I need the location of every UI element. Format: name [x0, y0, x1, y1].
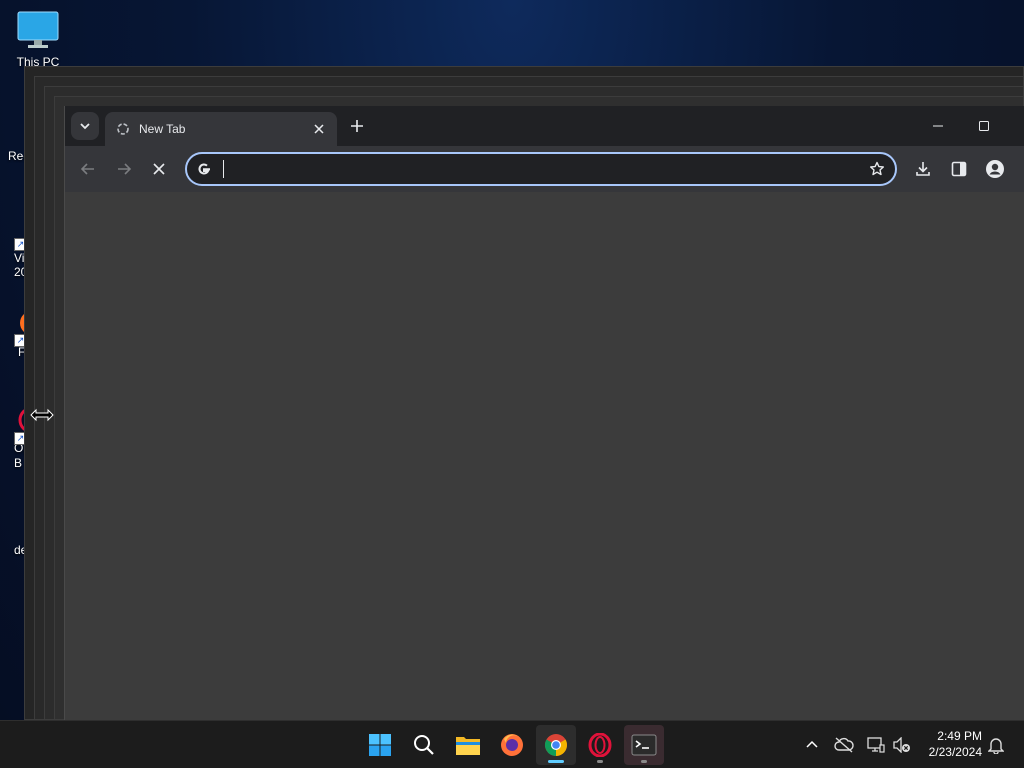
- chrome-icon: [545, 734, 567, 756]
- browser-toolbar: [65, 146, 1024, 192]
- clock-date: 2/23/2024: [928, 745, 982, 759]
- taskbar-search-button[interactable]: [404, 725, 444, 765]
- clock-time: 2:49 PM: [937, 729, 982, 743]
- plus-icon: [351, 120, 363, 132]
- notifications-button[interactable]: [984, 733, 1008, 757]
- maximize-button[interactable]: [961, 106, 1007, 146]
- bell-icon: [988, 738, 1004, 754]
- tab-close-button[interactable]: [309, 119, 329, 139]
- address-bar[interactable]: [185, 152, 897, 186]
- stop-loading-button[interactable]: [145, 155, 173, 183]
- star-icon: [870, 161, 884, 176]
- minimize-icon: [933, 125, 943, 127]
- chevron-down-icon: [80, 123, 90, 130]
- minimize-button[interactable]: [915, 106, 961, 146]
- taskbar-file-explorer[interactable]: [448, 725, 488, 765]
- maximize-icon: [979, 121, 989, 131]
- back-button[interactable]: [74, 155, 102, 183]
- text-caret: [223, 160, 224, 178]
- desktop-icon-this-pc[interactable]: This PC: [8, 10, 68, 69]
- side-panel-icon: [951, 161, 967, 177]
- close-icon: [314, 124, 324, 134]
- page-content: [65, 192, 1024, 720]
- volume-button[interactable]: [890, 733, 914, 757]
- cloud-offline-icon: [834, 737, 854, 753]
- opera-icon: [588, 733, 612, 757]
- running-indicator: [641, 760, 647, 763]
- profile-button[interactable]: [981, 155, 1009, 183]
- taskbar-opera[interactable]: [580, 725, 620, 765]
- browser-window: New Tab: [64, 106, 1024, 720]
- loading-favicon-icon: [115, 121, 131, 137]
- volume-muted-icon: [893, 737, 910, 753]
- start-button[interactable]: [360, 725, 400, 765]
- network-button[interactable]: [864, 733, 888, 757]
- bookmark-button[interactable]: [867, 159, 887, 179]
- onedrive-button[interactable]: [832, 733, 856, 757]
- google-g-icon: [198, 163, 210, 175]
- close-icon: [153, 163, 165, 175]
- running-indicator: [597, 760, 603, 763]
- forward-button[interactable]: [110, 155, 138, 183]
- firefox-icon: [501, 734, 523, 756]
- profile-icon: [986, 160, 1004, 178]
- taskbar-clock[interactable]: 2:49 PM 2/23/2024: [929, 728, 982, 760]
- taskbar-chrome[interactable]: [536, 725, 576, 765]
- tab-strip: New Tab: [65, 106, 1024, 146]
- tab-search-button[interactable]: [71, 112, 99, 140]
- taskbar-firefox[interactable]: [492, 725, 532, 765]
- start-icon: [369, 734, 391, 756]
- address-input[interactable]: [221, 158, 845, 182]
- taskbar-terminal[interactable]: [624, 725, 664, 765]
- search-icon: [414, 735, 434, 755]
- new-tab-button[interactable]: [345, 114, 369, 138]
- network-icon: [867, 737, 885, 753]
- resize-cursor-icon: [30, 408, 54, 422]
- show-hidden-icons-button[interactable]: [800, 733, 824, 757]
- tab-new-tab[interactable]: New Tab: [105, 112, 337, 146]
- arrow-right-icon: [118, 163, 131, 175]
- taskbar: 2:49 PM 2/23/2024: [0, 720, 1024, 768]
- chevron-up-icon: [806, 740, 818, 748]
- downloads-button[interactable]: [909, 155, 937, 183]
- tab-title: New Tab: [139, 122, 186, 136]
- side-panel-button[interactable]: [945, 155, 973, 183]
- terminal-icon: [631, 734, 657, 756]
- file-explorer-icon: [456, 737, 480, 755]
- download-icon: [916, 162, 930, 176]
- running-indicator: [548, 760, 564, 763]
- arrow-left-icon: [81, 163, 94, 175]
- monitor-icon: [17, 11, 59, 48]
